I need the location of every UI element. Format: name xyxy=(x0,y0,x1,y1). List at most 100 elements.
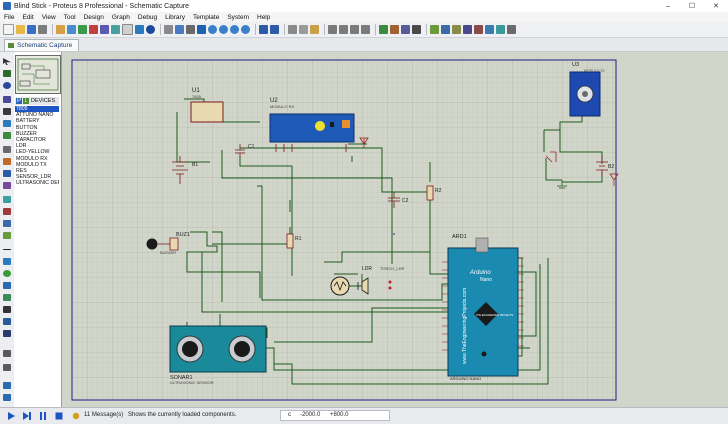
rotate-anticlockwise-icon[interactable] xyxy=(3,364,11,371)
component-mode-icon[interactable] xyxy=(3,70,11,77)
message-icon xyxy=(72,412,80,420)
devices-header: P L DEVICES xyxy=(15,97,59,105)
2d-text-icon[interactable] xyxy=(3,306,11,313)
2d-markers-icon[interactable] xyxy=(3,330,11,337)
device-pins-icon[interactable] xyxy=(3,158,11,165)
overview-window[interactable] xyxy=(15,55,61,94)
menu-file[interactable]: File xyxy=(0,14,18,21)
graph-mode-icon[interactable] xyxy=(3,170,11,177)
zoom-out-icon[interactable] xyxy=(219,25,228,34)
mirror-x-icon[interactable] xyxy=(3,382,11,389)
schematic-canvas[interactable]: U1 7805 U2 MODULO RX C1 B1 C2 R2 R1 BUZ1… xyxy=(62,52,728,407)
home-icon[interactable] xyxy=(56,25,65,34)
2d-path-icon[interactable] xyxy=(3,294,11,301)
new-file-icon[interactable] xyxy=(3,24,14,35)
design-explorer-icon[interactable] xyxy=(122,24,133,35)
pcb-layout-icon[interactable] xyxy=(78,25,87,34)
play-icon[interactable] xyxy=(6,411,16,421)
block-copy-icon[interactable] xyxy=(328,25,337,34)
2d-line-icon[interactable] xyxy=(3,249,11,250)
2d-arc-icon[interactable] xyxy=(3,282,11,289)
redo-icon[interactable] xyxy=(270,25,279,34)
subcircuit-icon[interactable] xyxy=(3,132,11,139)
schematic-icon[interactable] xyxy=(67,25,76,34)
save-icon[interactable] xyxy=(27,25,36,34)
menu-help[interactable]: Help xyxy=(253,14,274,21)
paste-icon[interactable] xyxy=(310,25,319,34)
tab-schematic-capture[interactable]: Schematic Capture xyxy=(4,39,80,51)
open-folder-icon[interactable] xyxy=(16,25,25,34)
2d-circle-icon[interactable] xyxy=(3,270,11,277)
zoom-in-icon[interactable] xyxy=(208,25,217,34)
menu-view[interactable]: View xyxy=(38,14,60,21)
block-move-icon[interactable] xyxy=(339,25,348,34)
menu-design[interactable]: Design xyxy=(80,14,108,21)
device-item[interactable]: ULTRASONIC DEP xyxy=(15,180,59,186)
wire-autorouter-icon[interactable] xyxy=(430,25,439,34)
close-project-icon[interactable] xyxy=(38,25,47,34)
minimize-button[interactable]: – xyxy=(656,0,680,12)
cut-icon[interactable] xyxy=(288,25,297,34)
generator-icon[interactable] xyxy=(3,196,11,203)
2d-box-icon[interactable] xyxy=(3,258,11,265)
text-script-icon[interactable] xyxy=(3,108,11,115)
source-code-icon[interactable] xyxy=(135,25,144,34)
block-rotate-icon[interactable] xyxy=(350,25,359,34)
remove-sheet-icon[interactable] xyxy=(474,25,483,34)
pan-icon[interactable] xyxy=(197,25,206,34)
grid-icon[interactable] xyxy=(175,25,184,34)
step-icon[interactable] xyxy=(22,411,32,421)
property-assignment-icon[interactable] xyxy=(452,25,461,34)
title-bar: Blind Stick - Proteus 8 Professional - S… xyxy=(0,0,728,12)
exit-to-parent-icon[interactable] xyxy=(485,25,494,34)
pause-icon[interactable] xyxy=(38,411,48,421)
help-icon[interactable] xyxy=(146,25,155,34)
virtual-instruments-icon[interactable] xyxy=(3,232,11,239)
packaging-tool-icon[interactable] xyxy=(401,25,410,34)
message-count[interactable]: 11 Message(s) xyxy=(84,412,123,418)
gerber-icon[interactable] xyxy=(100,25,109,34)
netlist-icon[interactable] xyxy=(496,25,505,34)
block-delete-icon[interactable] xyxy=(361,25,370,34)
menu-edit[interactable]: Edit xyxy=(18,14,37,21)
terminals-icon[interactable] xyxy=(3,146,11,153)
library-manager-button[interactable]: L xyxy=(23,98,29,104)
make-device-icon[interactable] xyxy=(390,25,399,34)
2d-symbol-icon[interactable] xyxy=(3,318,11,325)
junction-dot-icon[interactable] xyxy=(3,82,11,89)
copy-icon[interactable] xyxy=(299,25,308,34)
undo-icon[interactable] xyxy=(259,25,268,34)
new-sheet-icon[interactable] xyxy=(463,25,472,34)
voltage-probe-icon[interactable] xyxy=(3,208,11,215)
zoom-area-icon[interactable] xyxy=(241,25,250,34)
electrical-rule-check-icon[interactable] xyxy=(507,25,516,34)
3d-viewer-icon[interactable] xyxy=(89,25,98,34)
stop-icon[interactable] xyxy=(54,411,64,421)
rotate-clockwise-icon[interactable] xyxy=(3,350,11,357)
selection-mode-icon[interactable] xyxy=(3,58,11,65)
wire-label-icon[interactable] xyxy=(3,96,11,103)
search-tag-icon[interactable] xyxy=(441,25,450,34)
origin-icon[interactable] xyxy=(186,25,195,34)
close-button[interactable]: ✕ xyxy=(704,0,728,12)
buses-icon[interactable] xyxy=(3,120,11,127)
schematic-drawing[interactable]: U1 7805 U2 MODULO RX C1 B1 C2 R2 R1 BUZ1… xyxy=(62,52,728,407)
menu-system[interactable]: System xyxy=(223,14,253,21)
decompose-icon[interactable] xyxy=(412,25,421,34)
zoom-all-icon[interactable] xyxy=(230,25,239,34)
menu-debug[interactable]: Debug xyxy=(134,14,161,21)
pick-device-icon[interactable] xyxy=(379,25,388,34)
maximize-button[interactable]: ☐ xyxy=(680,0,704,12)
menu-tool[interactable]: Tool xyxy=(60,14,80,21)
refresh-icon[interactable] xyxy=(164,25,173,34)
menu-library[interactable]: Library xyxy=(161,14,189,21)
current-probe-icon[interactable] xyxy=(3,220,11,227)
arduino-nano-board[interactable]: ARD1 Arduino Nano www.TheEngineeringProj… xyxy=(442,234,524,381)
menu-template[interactable]: Template xyxy=(189,14,223,21)
pick-devices-button[interactable]: P xyxy=(16,98,22,104)
tape-recorder-icon[interactable] xyxy=(3,182,11,189)
mirror-y-icon[interactable] xyxy=(3,394,11,401)
proteus-app-icon xyxy=(3,2,11,10)
menu-graph[interactable]: Graph xyxy=(108,14,134,21)
bom-icon[interactable] xyxy=(111,25,120,34)
